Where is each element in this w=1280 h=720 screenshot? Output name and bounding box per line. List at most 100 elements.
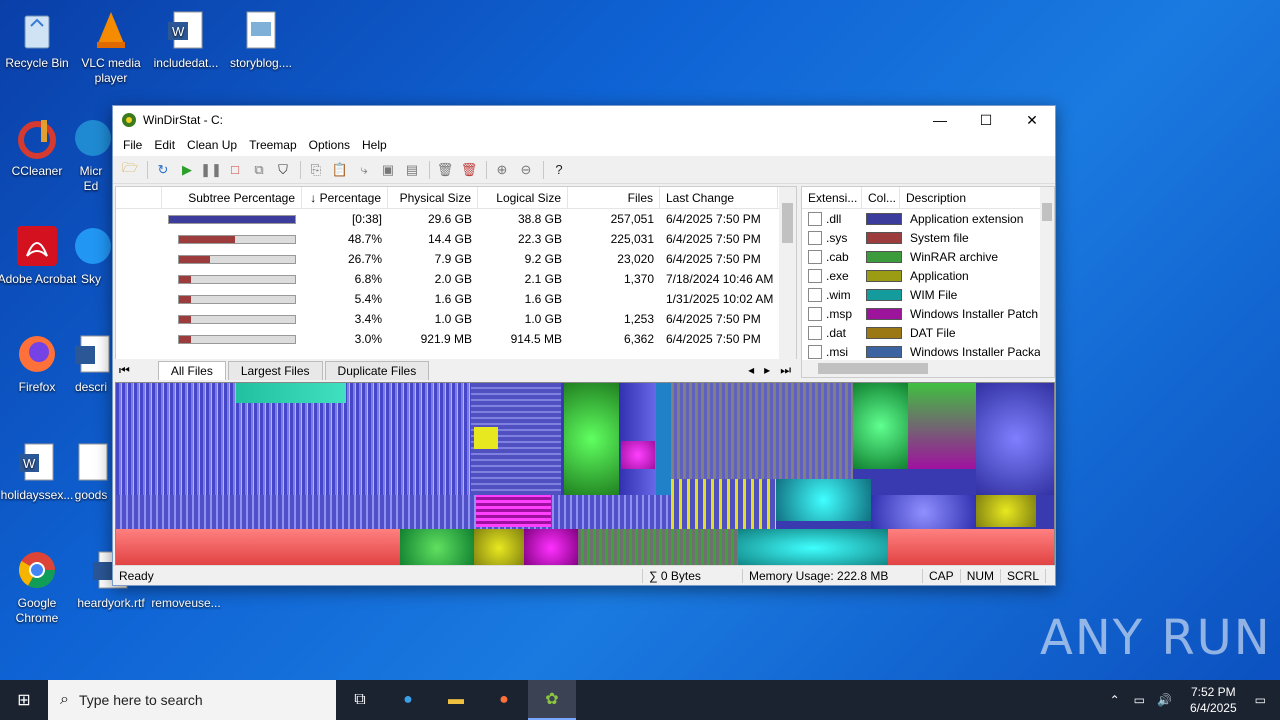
close-button[interactable]: ✕ [1009, 106, 1055, 134]
tab-nav-last[interactable]: ⏭ [780, 363, 791, 378]
help-button[interactable]: ? [548, 159, 570, 181]
extension-row[interactable]: .exe Application [802, 266, 1054, 285]
treemap-block-mixed-2[interactable] [578, 529, 738, 565]
scrollbar-thumb[interactable] [818, 363, 928, 374]
table-row[interactable]: 26.7% 7.9 GB 9.2 GB 23,020 6/4/2025 7:50… [116, 249, 796, 269]
treemap-block-green[interactable] [564, 383, 619, 495]
header-extension[interactable]: Extensi... [802, 187, 862, 208]
header-last-change[interactable]: Last Change [660, 187, 778, 208]
search-box[interactable]: ⌕ Type here to search [48, 680, 336, 720]
header-files[interactable]: Files [568, 187, 660, 208]
table-row[interactable]: [0:38] 29.6 GB 38.8 GB 257,051 6/4/2025 … [116, 209, 796, 229]
treemap-block-cyan-2[interactable] [776, 479, 871, 521]
clock[interactable]: 7:52 PM 6/4/2025 [1190, 684, 1237, 716]
header-description[interactable]: Description [900, 187, 1054, 208]
extension-row[interactable]: .wim WIM File [802, 285, 1054, 304]
treemap-block-exe[interactable] [474, 529, 524, 565]
extension-vertical-scrollbar[interactable] [1040, 187, 1054, 360]
desktop-icon-acrobat[interactable]: Adobe Acrobat [0, 224, 77, 287]
extension-row[interactable]: .msp Windows Installer Patch [802, 304, 1054, 323]
open-folder-button[interactable]: 🗁 [119, 159, 141, 181]
header-percentage[interactable]: ↓ Percentage [302, 187, 388, 208]
task-view-button[interactable]: ⧉ [336, 680, 384, 720]
tab-duplicate-files[interactable]: Duplicate Files [324, 360, 430, 380]
copy-path-button[interactable]: ⧉ [248, 159, 270, 181]
treemap[interactable] [115, 382, 1055, 566]
maximize-button[interactable]: ☐ [963, 106, 1009, 134]
treemap-block-cab[interactable] [400, 529, 474, 565]
copy-button[interactable]: ⎘ [305, 159, 327, 181]
desktop-icon-descri[interactable]: descri [71, 332, 111, 395]
tab-nav-first[interactable]: ⏮ [119, 363, 130, 378]
scrollbar-thumb[interactable] [1042, 203, 1052, 221]
menu-help[interactable]: Help [356, 138, 393, 152]
header-name[interactable] [116, 187, 162, 208]
extension-horizontal-scrollbar[interactable] [802, 360, 1054, 377]
table-row[interactable]: 3.0% 921.9 MB 914.5 MB 6,362 6/4/2025 7:… [116, 329, 796, 349]
tab-largest-files[interactable]: Largest Files [227, 360, 323, 380]
minimize-button[interactable]: — [917, 106, 963, 134]
taskbar-firefox[interactable]: ● [480, 680, 528, 720]
menu-edit[interactable]: Edit [148, 138, 181, 152]
treemap-block-yellow-2[interactable] [976, 495, 1036, 527]
grid-vertical-scrollbar[interactable] [779, 187, 796, 363]
pause-button[interactable]: ❚❚ [200, 159, 222, 181]
extension-row[interactable]: .dat DAT File [802, 323, 1054, 342]
tab-nav-prev[interactable]: ◂ [748, 363, 754, 377]
header-subtree-percentage[interactable]: Subtree Percentage [162, 187, 302, 208]
filter-button[interactable]: ⛉ [272, 159, 294, 181]
extension-row[interactable]: .sys System file [802, 228, 1054, 247]
treemap-block-lower-mixed[interactable] [671, 479, 776, 529]
treemap-block-magenta[interactable] [621, 441, 655, 469]
recycle-button[interactable]: 🗑 [434, 159, 456, 181]
zoom-out-button[interactable]: ⊖ [515, 159, 537, 181]
volume-icon[interactable]: 🔊 [1157, 693, 1172, 707]
table-row[interactable]: 48.7% 14.4 GB 22.3 GB 225,031 6/4/2025 7… [116, 229, 796, 249]
treemap-block-magenta-2[interactable] [476, 495, 551, 527]
table-row[interactable]: 6.8% 2.0 GB 2.1 GB 1,370 7/18/2024 10:46… [116, 269, 796, 289]
treemap-block-msp[interactable] [524, 529, 578, 565]
desktop-icon-recycle-bin[interactable]: Recycle Bin [0, 8, 77, 71]
treemap-block-wim[interactable] [738, 529, 888, 565]
extension-row[interactable]: .cab WinRAR archive [802, 247, 1054, 266]
extension-list[interactable]: Extensi... Col... Description .dll Appli… [801, 186, 1055, 378]
paste-button[interactable]: 📋 [329, 159, 351, 181]
properties-button[interactable]: ▤ [401, 159, 423, 181]
taskbar-file-explorer[interactable]: ▬ [432, 680, 480, 720]
tab-all-files[interactable]: All Files [157, 360, 226, 380]
treemap-block-blue-3[interactable] [871, 495, 976, 529]
desktop-icon-chrome[interactable]: Google Chrome [0, 548, 77, 626]
scrollbar-thumb[interactable] [782, 203, 793, 243]
extension-row[interactable]: .dll Application extension [802, 209, 1054, 228]
treemap-block-sys[interactable] [116, 529, 400, 565]
network-icon[interactable]: ▭ [1134, 693, 1145, 707]
treemap-block-blue-2[interactable] [976, 383, 1054, 495]
desktop-icon-firefox[interactable]: Firefox [0, 332, 77, 395]
notifications-icon[interactable]: ▭ [1255, 693, 1266, 707]
desktop-icon-storyblog[interactable]: storyblog.... [221, 8, 301, 71]
menu-clean-up[interactable]: Clean Up [181, 138, 243, 152]
desktop-icon-goods[interactable]: goods [71, 440, 111, 503]
refresh-button[interactable]: ↻ [152, 159, 174, 181]
delete-button[interactable]: 🗑 [458, 159, 480, 181]
stop-button[interactable]: □ [224, 159, 246, 181]
treemap-block-sys-2[interactable] [888, 529, 1054, 565]
treemap-block-grey[interactable] [671, 383, 853, 479]
taskbar-edge[interactable]: ● [384, 680, 432, 720]
directory-list[interactable]: Subtree Percentage ↓ Percentage Physical… [115, 186, 797, 381]
taskbar-windirstat[interactable]: ✿ [528, 680, 576, 720]
desktop-icon-edge[interactable]: Micr Ed [71, 116, 111, 194]
treemap-block-cyan[interactable] [236, 383, 346, 403]
header-physical-size[interactable]: Physical Size [388, 187, 478, 208]
tab-nav-next[interactable]: ▸ [764, 363, 770, 377]
treemap-block-teal[interactable] [656, 383, 671, 495]
menu-file[interactable]: File [117, 138, 148, 152]
desktop-icon-ccleaner[interactable]: CCleaner [0, 116, 77, 179]
treemap-block-green-2[interactable] [853, 383, 908, 469]
resume-button[interactable]: ▶ [176, 159, 198, 181]
desktop-icon-vlc[interactable]: VLC media player [71, 8, 151, 86]
header-color[interactable]: Col... [862, 187, 900, 208]
zoom-in-button[interactable]: ⊕ [491, 159, 513, 181]
table-row[interactable]: 5.4% 1.6 GB 1.6 GB 1/31/2025 10:02 AM [116, 289, 796, 309]
start-button[interactable]: ⊞ [0, 680, 48, 720]
